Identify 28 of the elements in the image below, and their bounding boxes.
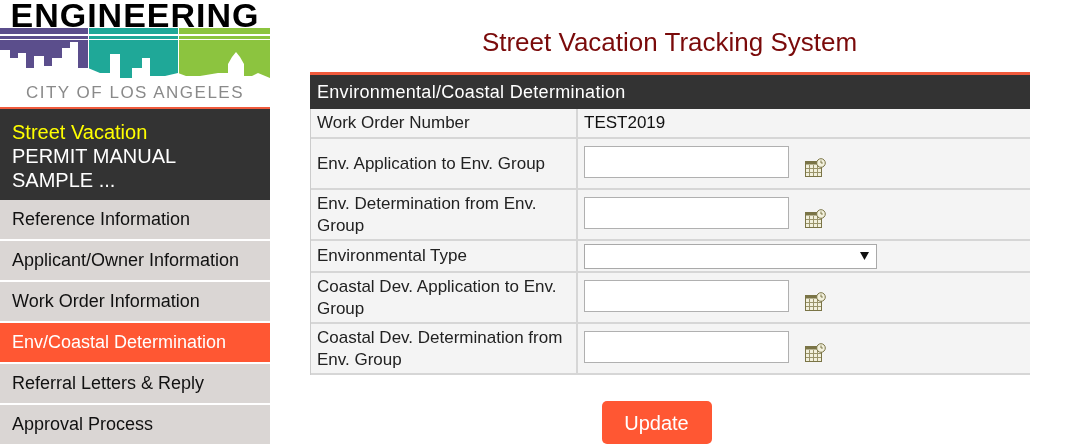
date-input[interactable]	[584, 330, 789, 363]
date-input[interactable]	[584, 196, 789, 229]
field-label: Env. Application to Env. Group	[317, 152, 546, 175]
field-label: Environmental Type	[317, 245, 467, 267]
nav-item[interactable]: Approval Process	[0, 405, 270, 446]
field-label: Env. Determination from Env. Group	[317, 192, 538, 237]
calendar-icon[interactable]	[805, 158, 826, 177]
form-title: Environmental/Coastal Determination	[310, 75, 1030, 109]
field-label: Work Order Number	[317, 112, 470, 134]
date-input[interactable]	[584, 145, 789, 178]
field-label: Coastal Dev. Determination from Env. Group	[317, 326, 564, 371]
calendar-icon[interactable]	[805, 292, 826, 311]
nav-item[interactable]: Applicant/Owner Information	[0, 241, 270, 282]
sidebar-heading: Street Vacation	[12, 120, 149, 144]
nav-item[interactable]: Work Order Information	[0, 282, 270, 323]
field-value: TEST2019	[584, 112, 666, 135]
calendar-icon[interactable]	[805, 209, 826, 228]
logo-subtitle: CITY OF LOS ANGELES	[25, 83, 245, 103]
calendar-icon[interactable]	[805, 343, 826, 362]
nav-item[interactable]: Reference Information	[0, 200, 270, 241]
date-input[interactable]	[584, 279, 789, 312]
sidebar-subheading: PERMIT MANUAL SAMPLE ...	[12, 144, 177, 192]
dropdown-arrow-icon	[860, 252, 869, 260]
nav-item[interactable]: Referral Letters & Reply	[0, 364, 270, 405]
page-title: Street Vacation Tracking System	[481, 26, 858, 58]
logo-title: ENGINEERING	[10, 0, 260, 28]
field-label: Coastal Dev. Application to Env. Group	[317, 275, 558, 320]
type-dropdown[interactable]	[584, 243, 877, 269]
